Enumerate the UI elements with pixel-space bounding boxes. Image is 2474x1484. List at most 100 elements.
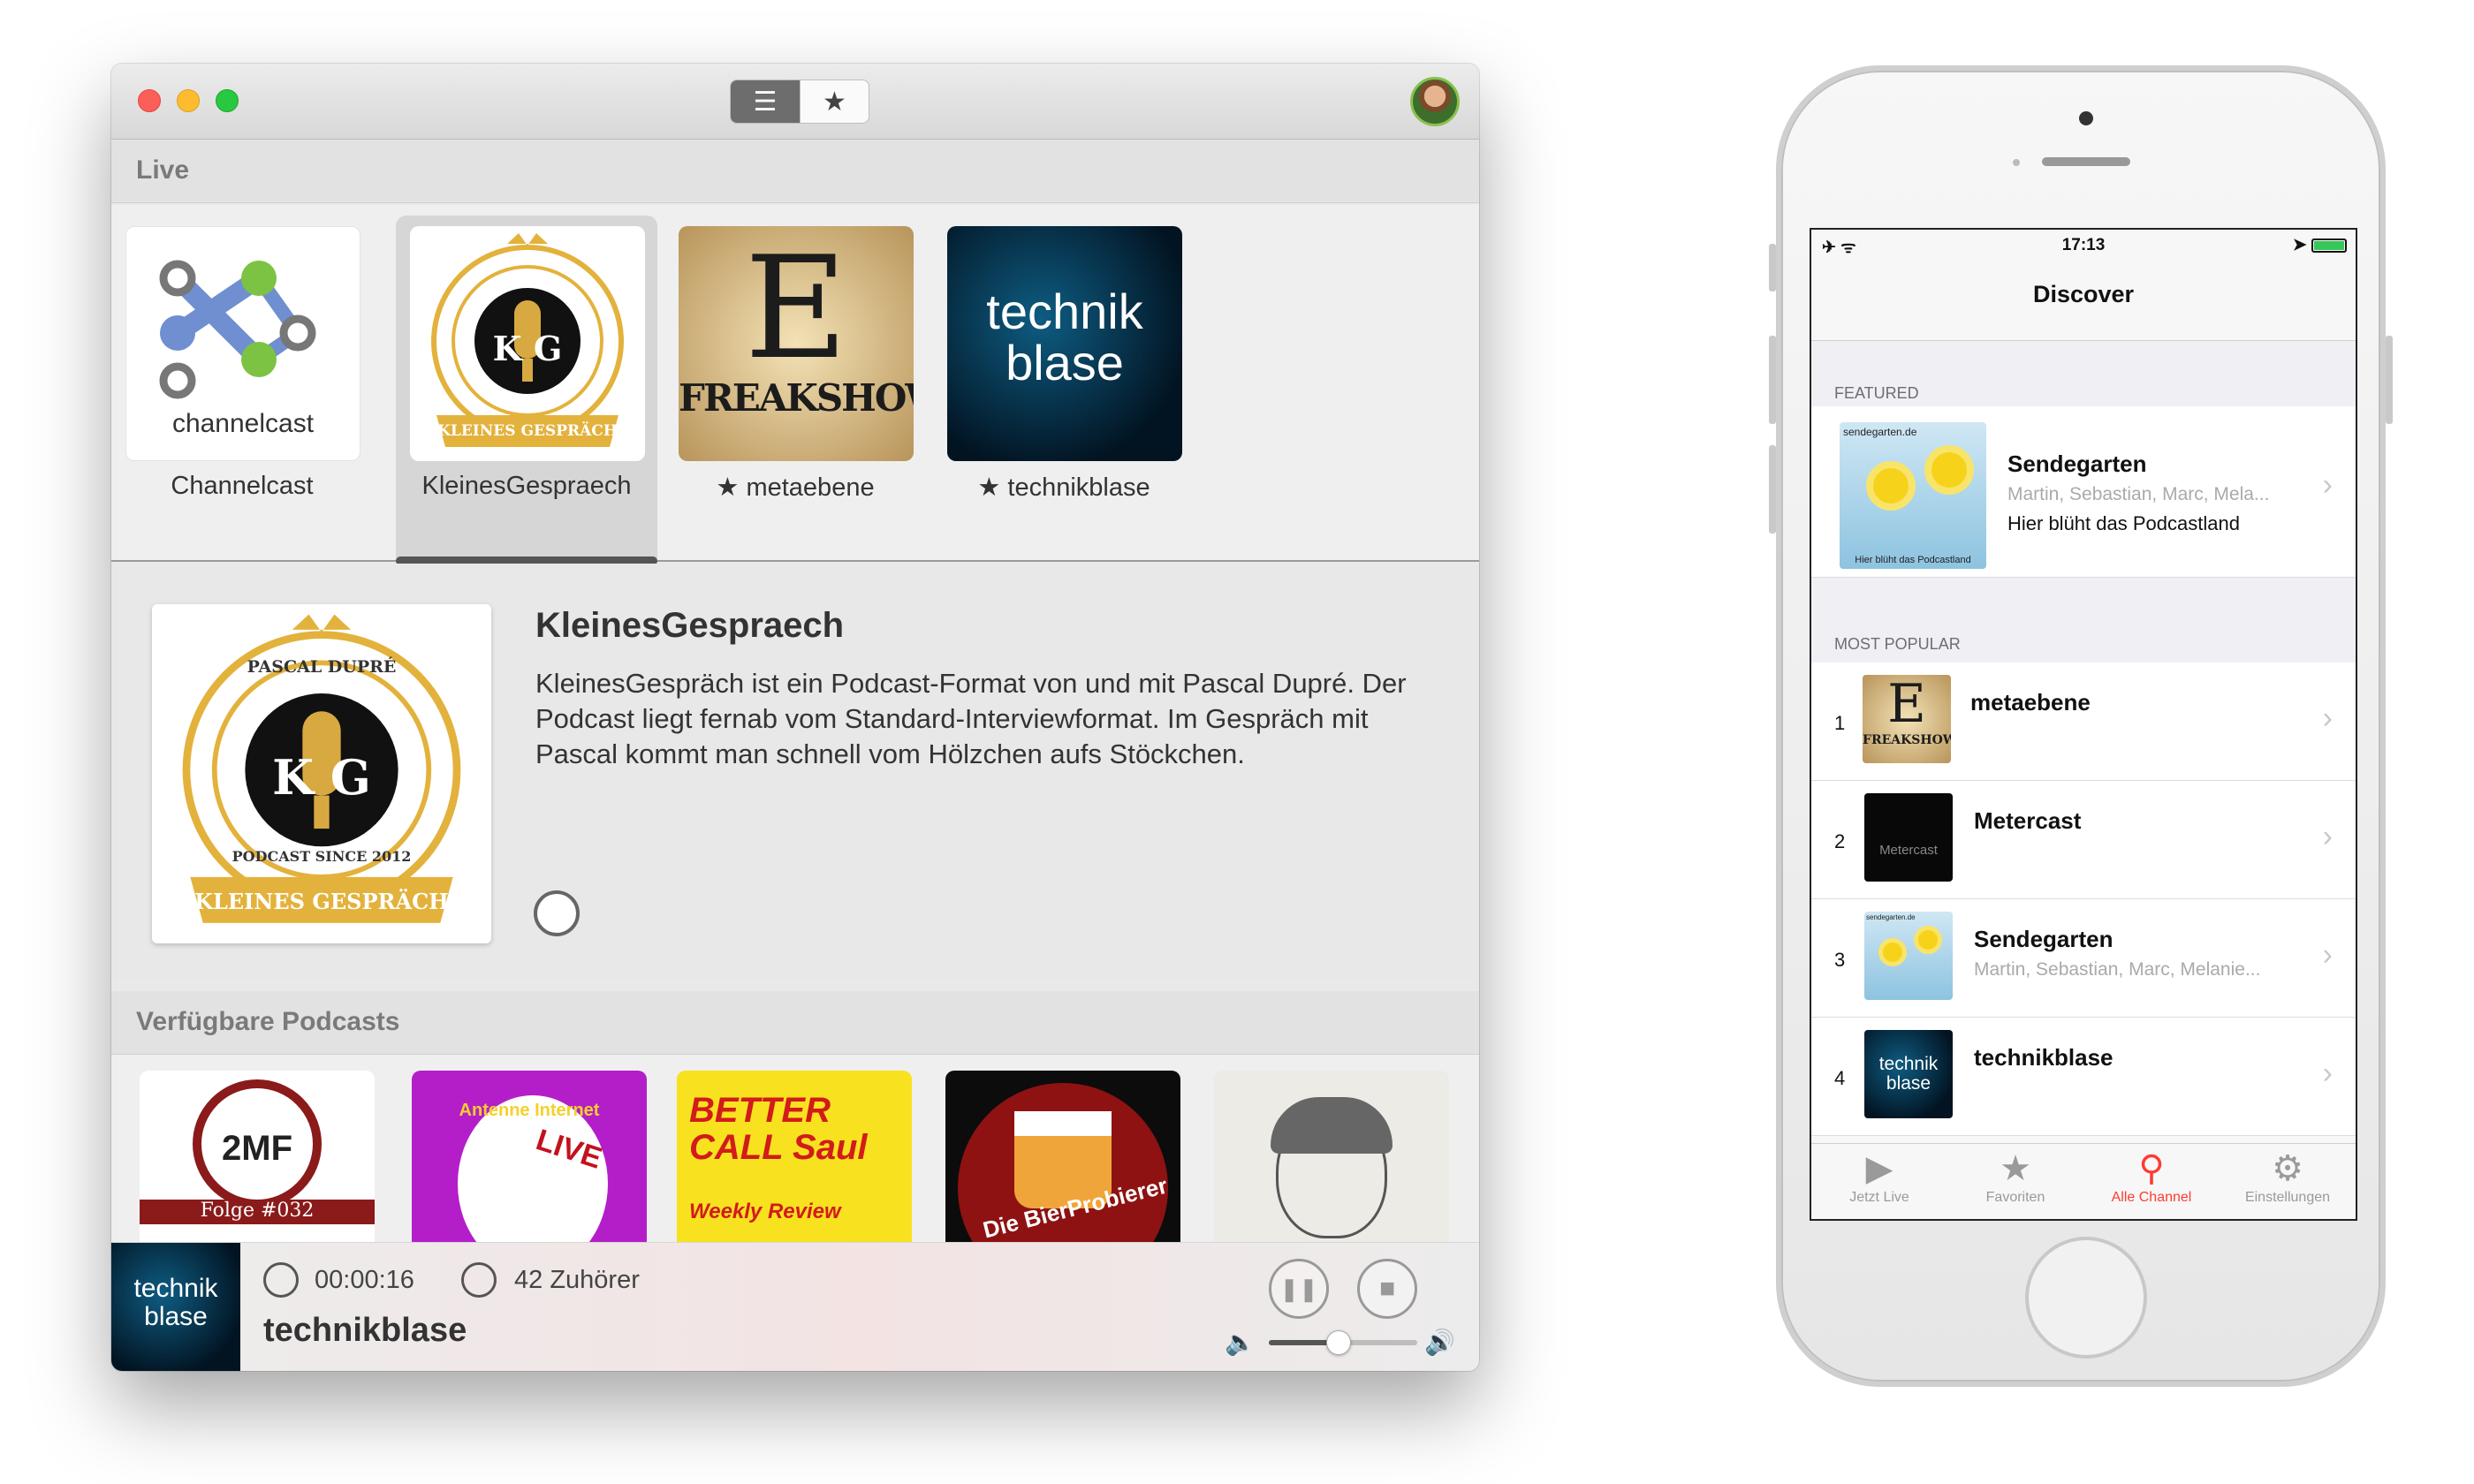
detail-art-monogram: K G (272, 749, 371, 806)
tab-label: Jetzt Live (1849, 1190, 1909, 1205)
popular-title: technikblase (1974, 1044, 2114, 1071)
featured-art-top-text: sendegarten.de (1843, 426, 1917, 438)
search-icon: ⚲ (2138, 1149, 2165, 1188)
pause-icon: ❚❚ (1279, 1276, 1318, 1302)
detail-art-ribbon-text: KLEINES GESPRÄCH (194, 889, 449, 914)
featured-subtitle: Martin, Sebastian, Marc, Mela... (2007, 484, 2270, 504)
rank-number: 4 (1834, 1067, 1846, 1089)
home-button[interactable] (2025, 1237, 2147, 1359)
2mf-episode-caption: Folge #032 (140, 1200, 375, 1224)
antenne-wordmark: Antenne Internet (459, 1101, 600, 1120)
popular-title: Sendegarten (1974, 926, 2114, 952)
freakshow-e-small: E (1887, 675, 1926, 735)
technikblase-wordmark: technik blase (986, 284, 1143, 390)
zoom-window-button[interactable] (216, 89, 239, 112)
volume-high-icon: 🔊 (1424, 1329, 1455, 1356)
technikblase-small-artwork: technik blase (1864, 1030, 1953, 1118)
status-right: ➤ (2293, 235, 2347, 255)
freakshow-wordmark: FREAKSHOW (679, 376, 914, 420)
technikblase-artwork: technik blase (947, 226, 1182, 461)
status-time: 17:13 (2061, 236, 2106, 254)
tile-label-metaebene: ★ metaebene (716, 473, 875, 502)
tab-label: Alle Channel (2111, 1190, 2192, 1205)
freakshow-wordmark-small: FREAKSHOW (1863, 733, 1951, 747)
popular-cell-1[interactable]: 1 E FREAKSHOW metaebene › (1811, 662, 2356, 781)
sunflower-small-icon (1878, 938, 1907, 966)
rank-number: 3 (1834, 949, 1846, 971)
location-icon: ➤ (2292, 236, 2307, 254)
listener-count: 42 Zuhörer (514, 1266, 640, 1294)
pause-button[interactable]: ❚❚ (1269, 1259, 1329, 1319)
featured-header: FEATURED (1811, 341, 2356, 412)
popular-subtitle: Martin, Sebastian, Marc, Melanie... (1974, 959, 2261, 980)
view-segmented-control: ☰ ★ (730, 80, 869, 124)
chat-bubble-icon[interactable] (534, 890, 580, 936)
tile-label-channelcast: Channelcast (171, 472, 314, 500)
live-tile-technikblase[interactable]: technik blase ★ technikblase (933, 216, 1195, 560)
star-icon: ★ (2000, 1149, 2031, 1188)
now-playing-title: technikblase (263, 1312, 467, 1349)
saul-wordmark: BETTER CALL Saul (689, 1091, 868, 1167)
elapsed-time: 00:00:16 (315, 1266, 414, 1294)
now-playing-artwork: technik blase (111, 1243, 240, 1371)
tab-favoriten[interactable]: ★ Favoriten (1947, 1144, 2083, 1219)
now-playing-bar: technik blase 00:00:16 42 Zuhörer techni… (111, 1242, 1479, 1371)
tab-bar: ▶ Jetzt Live ★ Favoriten ⚲ Alle Channel … (1811, 1143, 2356, 1219)
technikblase-small-text: technik blase (1878, 1054, 1939, 1094)
popular-cell-3[interactable]: 3 sendegarten.de Sendegarten Martin, Seb… (1811, 899, 2356, 1018)
tile-label-kleinesgespraech: KleinesGespraech (421, 472, 632, 500)
earpiece-speaker (2042, 157, 2130, 166)
battery-icon (2311, 238, 2347, 253)
podcast-detail-panel: PASCAL DUPRÉ K G PODCAST SINCE 2012 KLEI… (111, 564, 1479, 979)
live-tile-kleinesgespraech[interactable]: K G KLEINES GESPRÄCH KleinesGespraech (396, 216, 657, 565)
close-window-button[interactable] (138, 89, 161, 112)
play-icon: ▶ (1865, 1149, 1893, 1188)
tab-einstellungen[interactable]: ⚙ Einstellungen (2220, 1144, 2356, 1219)
minimize-window-button[interactable] (177, 89, 200, 112)
chevron-right-icon: › (2322, 938, 2333, 972)
2mf-wordmark: 2MF (222, 1129, 292, 1168)
mute-switch (1769, 244, 1776, 292)
tab-alle-channel[interactable]: ⚲ Alle Channel (2083, 1144, 2220, 1219)
star-icon: ★ (823, 87, 846, 117)
kg-ribbon-text: KLEINES GESPRÄCH (437, 422, 618, 440)
tab-jetzt-live[interactable]: ▶ Jetzt Live (1811, 1144, 1947, 1219)
live-tile-metaebene[interactable]: E FREAKSHOW ★ metaebene (664, 216, 926, 560)
tile-label-technikblase: ★ technikblase (977, 473, 1150, 502)
list-icon: ☰ (753, 87, 778, 117)
featured-cell-sendegarten[interactable]: sendegarten.de Hier blüht das Podcastlan… (1811, 406, 2356, 578)
live-section-header: Live (111, 140, 1479, 203)
now-playing-art-text: technik blase (133, 1274, 218, 1331)
volume-slider[interactable] (1269, 1330, 1417, 1355)
stop-button[interactable]: ■ (1357, 1259, 1417, 1319)
popular-cell-2[interactable]: 2 Metercast Metercast › (1811, 781, 2356, 899)
featured-artwork: sendegarten.de Hier blüht das Podcastlan… (1840, 422, 1986, 569)
freakshow-artwork: E FREAKSHOW (679, 226, 914, 461)
popular-cell-4[interactable]: 4 technik blase technikblase › (1811, 1018, 2356, 1136)
rank-number: 1 (1834, 712, 1846, 734)
volume-up-button (1769, 336, 1776, 424)
freakshow-e-glyph: E (744, 226, 848, 390)
featured-title: Sendegarten (2007, 450, 2147, 477)
list-view-button[interactable]: ☰ (731, 80, 800, 123)
live-tile-channelcast[interactable]: channelcast Channelcast (111, 216, 373, 560)
tab-label: Favoriten (1985, 1190, 2045, 1205)
chevron-right-icon: › (2322, 468, 2333, 502)
sunflower-icon (1866, 461, 1916, 511)
detail-artwork: PASCAL DUPRÉ K G PODCAST SINCE 2012 KLEI… (152, 604, 491, 943)
proximity-sensor (2013, 159, 2020, 166)
featured-tagline: Hier blüht das Podcastland (2007, 512, 2240, 534)
favorites-view-button[interactable]: ★ (800, 80, 869, 123)
rank-number: 2 (1834, 830, 1846, 852)
metercast-art-text: Metercast (1879, 843, 1938, 858)
detail-art-ring-text: PODCAST SINCE 2012 (231, 848, 412, 865)
clock-icon (263, 1262, 299, 1298)
sendegarten-art-text: sendegarten.de (1866, 913, 1916, 921)
power-button (2386, 336, 2393, 424)
volume-knob[interactable] (1325, 1330, 1351, 1355)
user-avatar[interactable] (1410, 77, 1460, 126)
sunflower-icon-2 (1924, 445, 1974, 495)
headphones-icon (461, 1262, 497, 1298)
kg-monogram: K G (492, 329, 563, 368)
navigation-bar: Discover (1811, 260, 2356, 341)
